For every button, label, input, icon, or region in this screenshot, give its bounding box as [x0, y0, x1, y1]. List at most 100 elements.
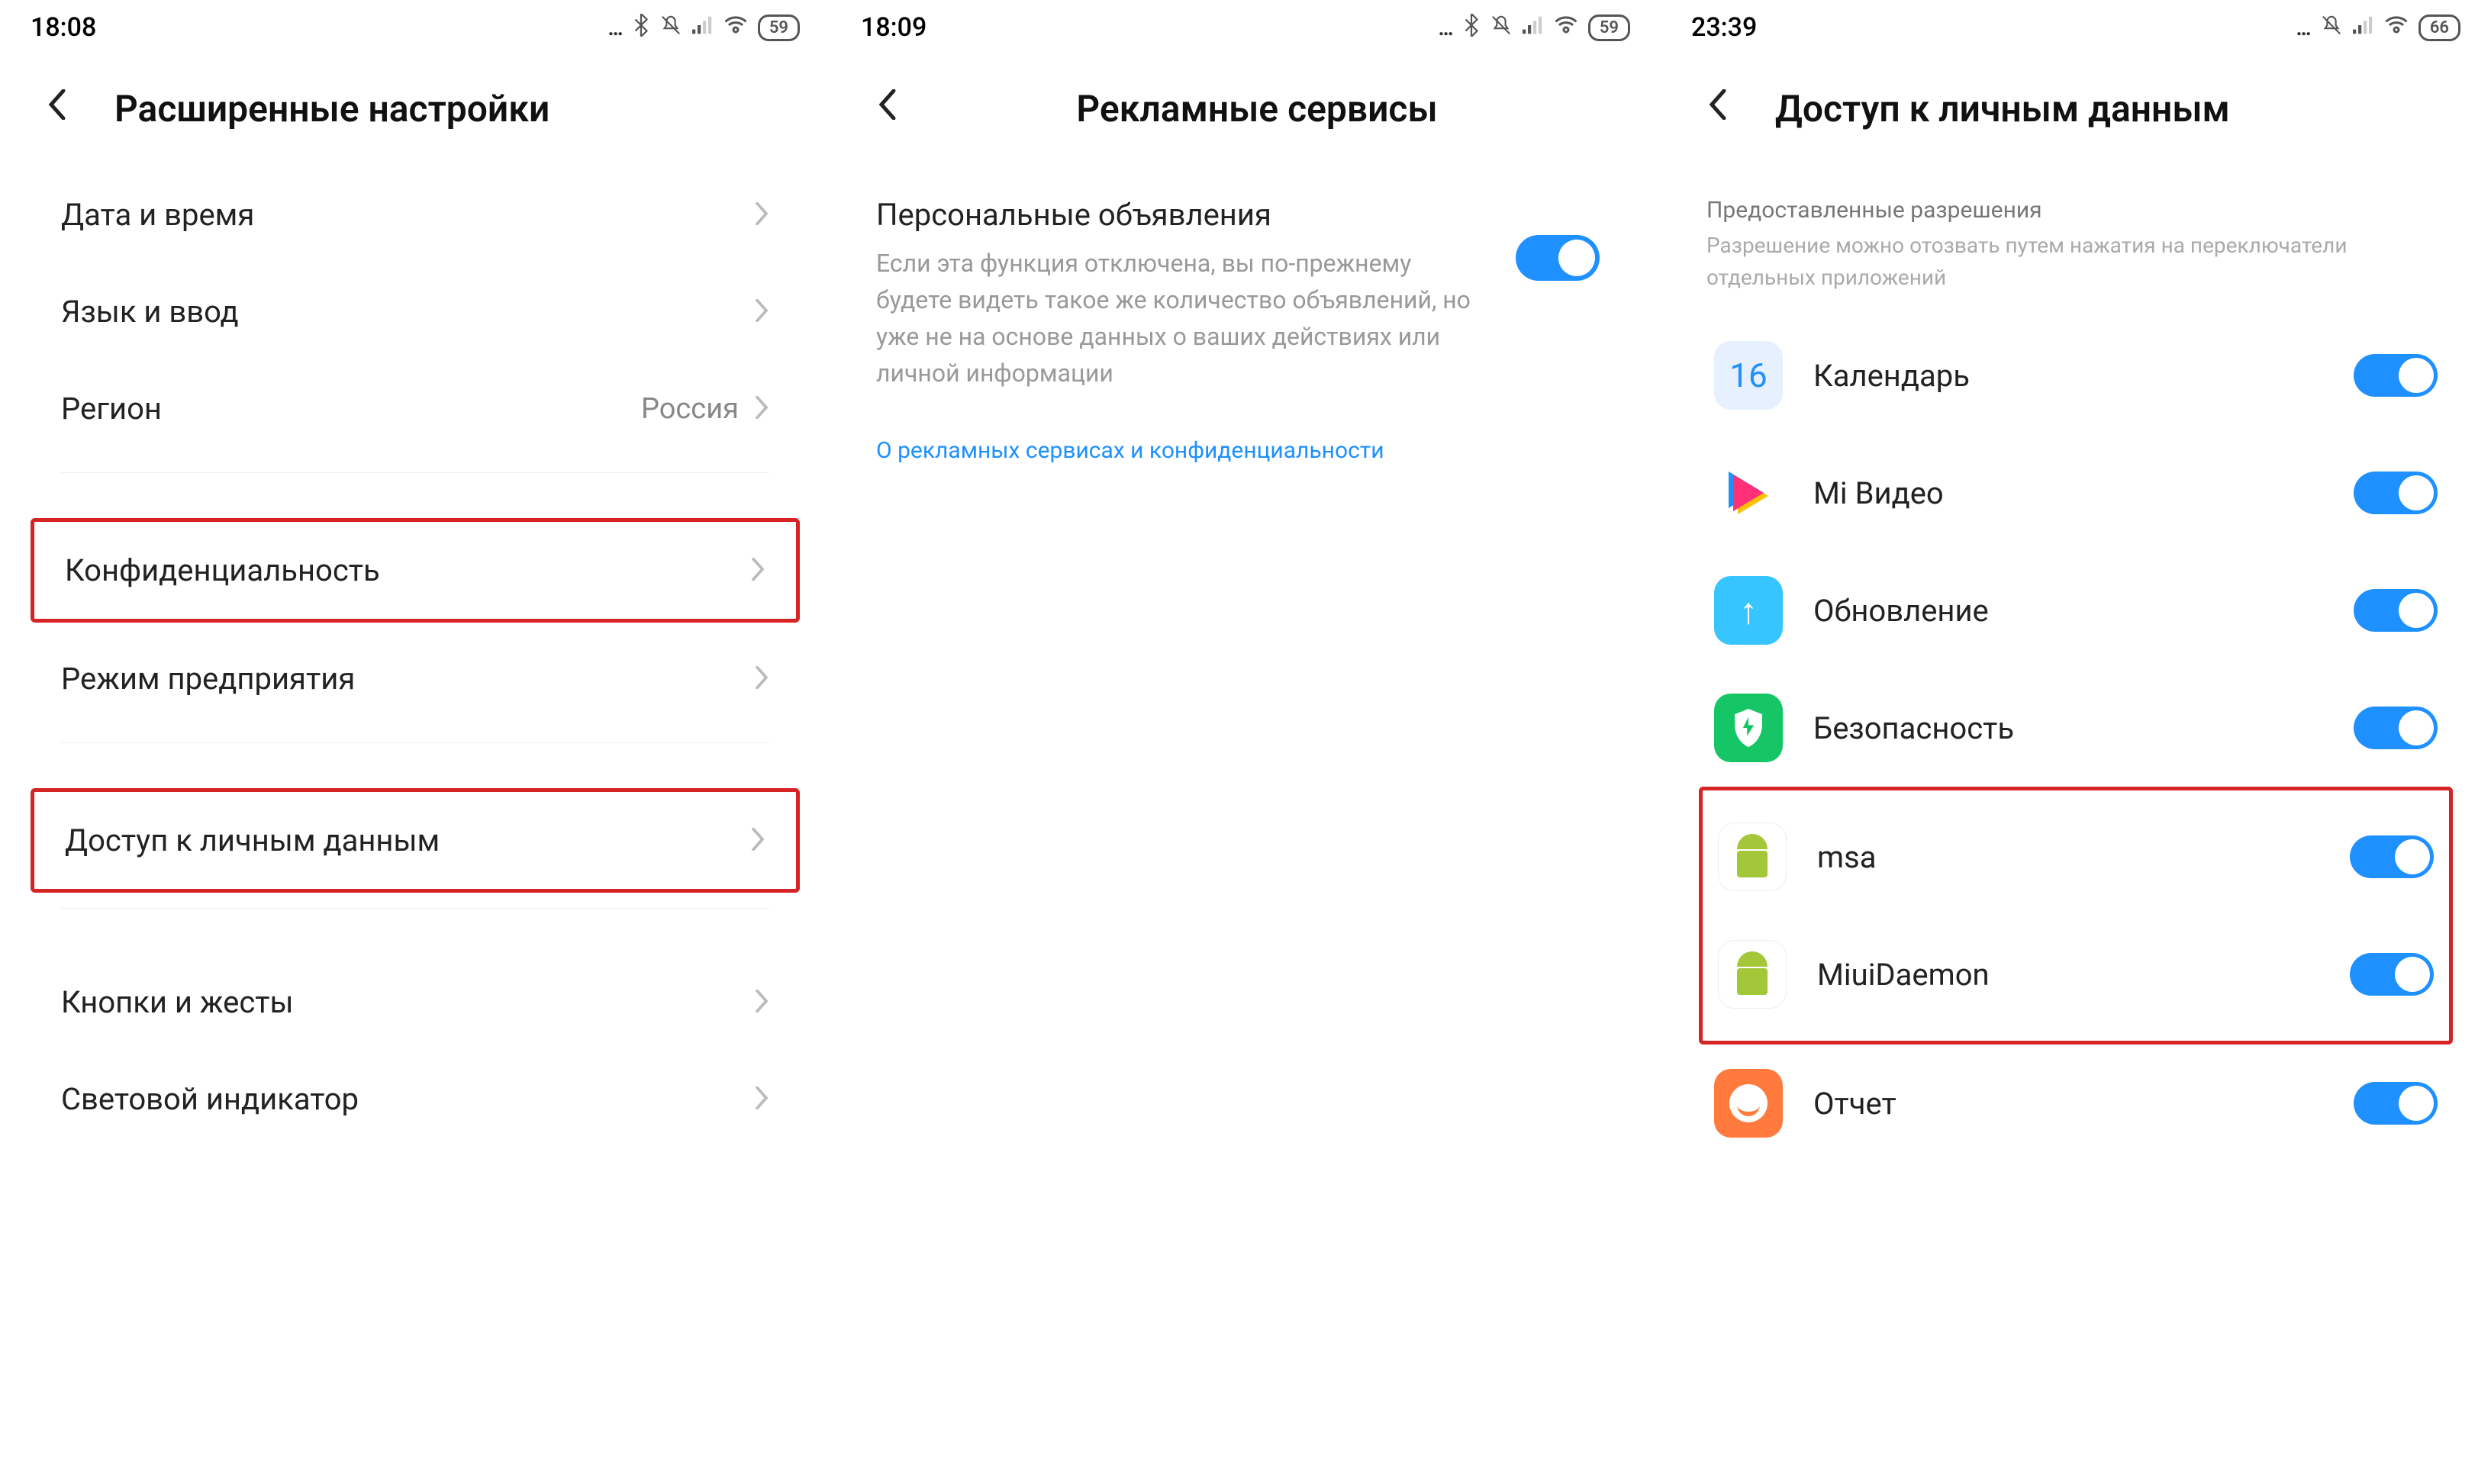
page-title: Рекламные сервисы: [945, 87, 1569, 130]
mute-icon: [660, 14, 682, 42]
chevron-right-icon: [754, 294, 769, 330]
app-toggle[interactable]: [2354, 707, 2438, 749]
item-privacy[interactable]: Конфиденциальность: [34, 522, 796, 619]
app-toggle[interactable]: [2350, 953, 2434, 996]
setting-description: Если эта функция отключена, вы по-прежне…: [876, 245, 1485, 391]
item-label: Световой индикатор: [61, 1081, 754, 1117]
app-label: Календарь: [1813, 358, 2323, 394]
chevron-right-icon: [750, 552, 765, 588]
status-icons: ... 59: [607, 14, 800, 42]
personal-ads-toggle[interactable]: [1516, 235, 1600, 281]
app-item-mi-video: Mi Видео: [1699, 434, 2453, 552]
chevron-right-icon: [754, 661, 769, 697]
divider: [61, 472, 769, 503]
ad-privacy-link[interactable]: О рекламных сервисах и конфиденциальност…: [830, 414, 1661, 487]
app-item-calendar: 16 Календарь: [1699, 317, 2453, 434]
app-item-update: ↑ Обновление: [1699, 552, 2453, 669]
item-label: Язык и ввод: [61, 294, 754, 330]
app-toggle[interactable]: [2354, 1082, 2438, 1125]
highlight-personal-data: Доступ к личным данным: [31, 788, 800, 893]
item-label: Регион: [61, 391, 641, 427]
battery-indicator: 66: [2418, 14, 2460, 41]
settings-list: Дата и время Язык и ввод Регион Россия К…: [0, 166, 830, 1148]
wifi-icon: [2385, 15, 2408, 40]
divider: [61, 908, 769, 938]
wifi-icon: [724, 15, 747, 40]
android-icon: [1718, 940, 1787, 1009]
report-icon: [1714, 1069, 1783, 1138]
android-icon: [1718, 822, 1787, 891]
chevron-right-icon: [754, 1081, 769, 1117]
app-item-miuidaemon: MiuiDaemon: [1703, 916, 2449, 1033]
status-bar: 18:09 ... 59: [830, 0, 1661, 50]
panel-personal-data-access: 23:39 ... 66 Доступ к личным данным Пред…: [1661, 0, 2491, 1484]
item-date-time[interactable]: Дата и время: [31, 166, 800, 263]
mute-icon: [1490, 14, 1512, 42]
signal-icon: [692, 15, 714, 40]
item-buttons-gestures[interactable]: Кнопки и жесты: [31, 954, 800, 1051]
item-label: Доступ к личным данным: [65, 822, 750, 858]
item-value: Россия: [641, 392, 739, 426]
app-toggle[interactable]: [2354, 589, 2438, 632]
more-icon: ...: [1438, 15, 1452, 40]
section-subtitle: Разрешение можно отозвать путем нажатия …: [1706, 230, 2445, 294]
app-item-security: Безопасность: [1699, 669, 2453, 787]
page-title: Доступ к личным данным: [1775, 87, 2230, 130]
app-label: Отчет: [1813, 1086, 2323, 1122]
app-toggle[interactable]: [2354, 472, 2438, 514]
item-led-indicator[interactable]: Световой индикатор: [31, 1051, 800, 1148]
app-toggle[interactable]: [2350, 835, 2434, 878]
bluetooth-icon: [633, 14, 649, 42]
item-region[interactable]: Регион Россия: [31, 360, 800, 457]
app-toggle[interactable]: [2354, 354, 2438, 397]
item-label: Конфиденциальность: [65, 552, 750, 588]
chevron-right-icon: [750, 822, 765, 858]
status-time: 23:39: [1691, 12, 1757, 43]
page-title: Расширенные настройки: [114, 87, 549, 130]
section-title: Предоставленные разрешения: [1706, 197, 2445, 224]
chevron-right-icon: [754, 984, 769, 1020]
chevron-right-icon: [754, 391, 769, 427]
signal-icon: [2353, 15, 2374, 40]
app-label: MiuiDaemon: [1817, 957, 2319, 993]
status-icons: ... 59: [1438, 14, 1630, 42]
app-label: msa: [1817, 839, 2319, 875]
app-label: Mi Видео: [1813, 475, 2323, 511]
header: Доступ к личным данным: [1661, 50, 2491, 166]
panel-advanced-settings: 18:08 ... 59 Расширенные настройки Дата …: [0, 0, 830, 1484]
app-label: Безопасность: [1813, 710, 2323, 746]
status-icons: ... 66: [2296, 14, 2460, 42]
item-personal-data-access[interactable]: Доступ к личным данным: [34, 792, 796, 889]
chevron-right-icon: [754, 197, 769, 233]
more-icon: ...: [607, 15, 621, 40]
battery-indicator: 59: [758, 14, 800, 41]
highlight-privacy: Конфиденциальность: [31, 518, 800, 623]
personal-ads-setting: Персональные объявления Если эта функция…: [830, 166, 1661, 414]
status-time: 18:08: [31, 12, 96, 43]
more-icon: ...: [2296, 15, 2309, 40]
divider: [61, 742, 769, 773]
item-language-input[interactable]: Язык и ввод: [31, 263, 800, 360]
status-bar: 23:39 ... 66: [1661, 0, 2491, 50]
video-icon: [1714, 459, 1783, 527]
back-button[interactable]: [31, 81, 84, 136]
app-item-msa: msa: [1703, 798, 2449, 916]
item-label: Режим предприятия: [61, 661, 754, 697]
wifi-icon: [1555, 15, 1577, 40]
panel-ad-services: 18:09 ... 59 Рекламные сервисы Пе: [830, 0, 1661, 1484]
battery-indicator: 59: [1588, 14, 1630, 41]
security-icon: [1714, 694, 1783, 762]
bluetooth-icon: [1463, 14, 1480, 42]
update-icon: ↑: [1714, 576, 1783, 645]
status-time: 18:09: [861, 12, 926, 43]
status-bar: 18:08 ... 59: [0, 0, 830, 50]
calendar-icon: 16: [1714, 341, 1783, 410]
section-header: Предоставленные разрешения Разрешение мо…: [1661, 166, 2491, 301]
back-button[interactable]: [861, 81, 914, 136]
header: Расширенные настройки: [0, 50, 830, 166]
app-list: 16 Календарь Mi Видео ↑ Обновление Безоп…: [1661, 301, 2491, 1177]
highlight-system-apps: msa MiuiDaemon: [1699, 787, 2453, 1045]
mute-icon: [2321, 14, 2342, 42]
back-button[interactable]: [1691, 81, 1745, 136]
item-enterprise-mode[interactable]: Режим предприятия: [31, 630, 800, 727]
